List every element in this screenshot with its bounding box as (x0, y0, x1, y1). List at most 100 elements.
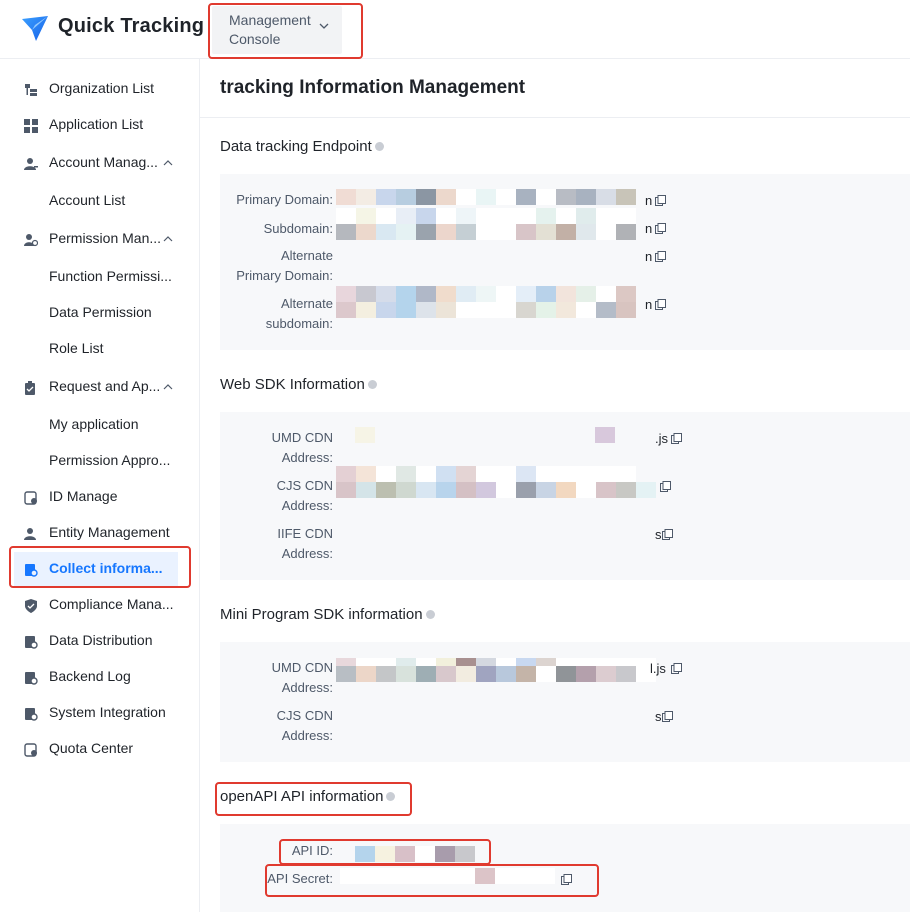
redacted-value (336, 658, 656, 682)
distribution-icon (25, 636, 38, 649)
sidebar-item-label: Quota Center (49, 740, 134, 756)
redacted-value (595, 427, 615, 443)
user-icon (24, 158, 38, 170)
sidebar-item-system-integration[interactable]: System Integration (0, 696, 199, 730)
chevron-up-icon (163, 236, 173, 242)
copy-icon[interactable] (660, 481, 671, 492)
sidebar-item-label: Compliance Mana... (49, 596, 174, 612)
sidebar-item-label: Account Manag... (49, 154, 158, 170)
section-title-text: Web SDK Information (220, 376, 365, 393)
sidebar-item-my-application[interactable]: My application (0, 408, 199, 442)
sidebar-item-label: Function Permissi... (49, 268, 172, 284)
chevron-up-icon (163, 384, 173, 390)
sidebar-item-organization-list[interactable]: Organization List (0, 72, 199, 106)
sidebar-item-permission-management[interactable]: Permission Man... (0, 222, 199, 256)
quick-tracking-logo-icon (22, 16, 48, 41)
integration-icon (25, 708, 38, 721)
sidebar-item-label: Backend Log (49, 668, 131, 684)
entity-icon (24, 528, 36, 540)
sidebar-item-application-list[interactable]: Application List (0, 108, 199, 142)
value-tail: s (655, 527, 662, 542)
quota-icon (24, 743, 37, 757)
copy-icon[interactable] (655, 251, 666, 262)
sidebar-item-label: Data Permission (49, 304, 152, 320)
sidebar-item-permission-approval[interactable]: Permission Appro... (0, 444, 199, 478)
chevron-up-icon (163, 160, 173, 166)
value-tail: n (645, 297, 653, 312)
sidebar-item-compliance-management[interactable]: Compliance Mana... (0, 588, 199, 622)
sidebar-item-label: Account List (49, 192, 126, 208)
field-label-iife-cdn: IIFE CDN Address: (220, 524, 333, 564)
sidebar-item-account-list[interactable]: Account List (0, 184, 199, 218)
sidebar-item-role-list[interactable]: Role List (0, 332, 199, 366)
sidebar-item-label: Application List (49, 116, 144, 132)
highlight-box-collect (9, 546, 191, 588)
copy-icon[interactable] (662, 711, 673, 722)
label-line: UMD CDN (271, 660, 333, 675)
label-line: Address: (281, 450, 333, 465)
section-title-endpoint: Data tracking Endpoint (220, 138, 384, 155)
label-line: CJS CDN (276, 478, 333, 493)
label-line: Primary Domain: (236, 268, 333, 283)
redacted-value (355, 427, 375, 443)
clipboard-icon (25, 381, 35, 395)
field-label-mini-umd-cdn: UMD CDN Address: (220, 658, 333, 698)
sidebar-item-label: My application (49, 416, 139, 432)
sidebar-item-data-permission[interactable]: Data Permission (0, 296, 199, 330)
sidebar-item-label: Permission Man... (49, 230, 162, 246)
value-tail: .js (655, 431, 668, 446)
sidebar-item-request-and-approval[interactable]: Request and Ap... (0, 370, 199, 404)
sidebar-item-label: ID Manage (49, 488, 118, 504)
sidebar-item-account-management[interactable]: Account Manag... (0, 146, 199, 180)
copy-icon[interactable] (671, 663, 682, 674)
label-line: UMD CDN (271, 430, 333, 445)
sidebar-item-label: System Integration (49, 704, 166, 720)
app-title: Quick Tracking (58, 15, 205, 37)
label-line: subdomain: (265, 316, 333, 331)
info-icon[interactable] (367, 380, 377, 389)
info-icon[interactable] (374, 142, 384, 151)
field-label-subdomain: Subdomain: (263, 221, 333, 236)
value-tail: l.js (650, 661, 666, 676)
field-label-cjs-cdn: CJS CDN Address: (220, 476, 333, 516)
highlight-box-openapi-title (215, 782, 412, 816)
copy-icon[interactable] (655, 299, 666, 310)
sidebar-item-id-manage[interactable]: ID Manage (0, 480, 199, 514)
label-line: Alternate (280, 296, 333, 311)
sidebar-item-entity-management[interactable]: Entity Management (0, 516, 199, 550)
sidebar-item-data-distribution[interactable]: Data Distribution (0, 624, 199, 658)
info-icon[interactable] (425, 610, 435, 619)
copy-icon[interactable] (671, 433, 682, 444)
label-line: CJS CDN (276, 708, 333, 723)
highlight-box-api-secret (265, 864, 599, 897)
sidebar-item-quota-center[interactable]: Quota Center (0, 732, 199, 766)
sidebar-item-function-permission[interactable]: Function Permissi... (0, 260, 199, 294)
redacted-value (336, 189, 636, 205)
section-title-text: Mini Program SDK information (220, 606, 423, 623)
copy-icon[interactable] (655, 195, 666, 206)
section-title-text: Data tracking Endpoint (220, 138, 372, 155)
field-label-umd-cdn: UMD CDN Address: (220, 428, 333, 468)
sidebar-item-backend-log[interactable]: Backend Log (0, 660, 199, 694)
field-label-alternate-primary-domain: Alternate Primary Domain: (220, 246, 333, 286)
value-tail: s (655, 709, 662, 724)
id-icon (24, 491, 37, 505)
label-line: IIFE CDN (277, 526, 333, 541)
grid-icon (24, 119, 38, 133)
value-tail: n (645, 249, 653, 264)
highlight-box-console (208, 3, 363, 59)
label-line: Address: (281, 546, 333, 561)
page-title: tracking Information Management (220, 77, 526, 98)
redacted-value (336, 466, 656, 498)
title-divider (200, 117, 910, 118)
label-line: Address: (281, 498, 333, 513)
org-list-icon (25, 84, 37, 96)
copy-icon[interactable] (655, 223, 666, 234)
label-line: Alternate (280, 248, 333, 263)
field-label-primary-domain: Primary Domain: (236, 192, 333, 207)
redacted-value (336, 286, 636, 318)
field-label-alternate-subdomain: Alternate subdomain: (220, 294, 333, 334)
sidebar-item-label: Data Distribution (49, 632, 153, 648)
copy-icon[interactable] (662, 529, 673, 540)
sidebar-item-label: Permission Appro... (49, 452, 171, 468)
